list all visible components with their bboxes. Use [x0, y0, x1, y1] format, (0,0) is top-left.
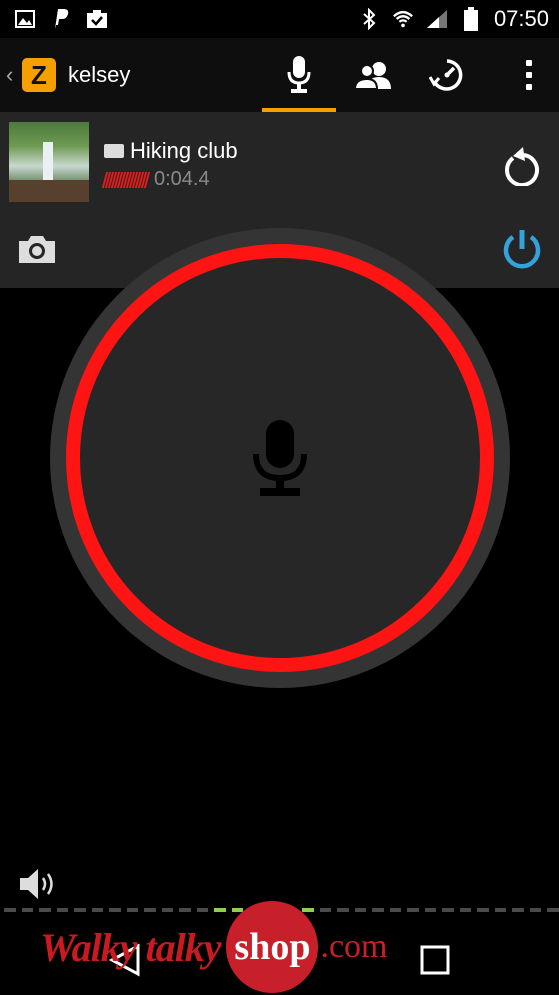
channel-title-row: Hiking club	[104, 138, 238, 164]
status-bar: 07:50	[0, 0, 559, 38]
camera-button[interactable]	[18, 234, 56, 269]
watermark-text: Walky talky	[40, 924, 221, 970]
channel-title: Hiking club	[130, 138, 238, 163]
microphone-icon	[287, 56, 311, 93]
message-meta: 0:04.4	[101, 168, 210, 191]
watermark-shop: shop	[234, 926, 311, 968]
tab-history[interactable]	[410, 38, 484, 112]
watermark-suffix: .com	[320, 928, 388, 965]
tab-talk[interactable]	[262, 38, 336, 112]
channel-icon	[104, 144, 124, 158]
speaker-icon	[20, 869, 53, 899]
app-bar: ‹ Z kelsey	[0, 38, 559, 112]
battery-icon	[460, 7, 482, 31]
more-vert-icon[interactable]	[525, 60, 533, 90]
signal-icon	[426, 8, 448, 30]
replay-button[interactable]	[503, 146, 541, 191]
wifi-icon	[392, 8, 414, 30]
clipboard-check-icon	[86, 8, 108, 30]
back-chevron-icon[interactable]: ‹	[6, 62, 18, 88]
tab-contacts[interactable]	[336, 38, 410, 112]
camera-icon	[19, 236, 55, 263]
waveform-icon	[101, 171, 151, 188]
tab-bar	[262, 38, 484, 112]
message-duration: 0:04.4	[154, 168, 210, 190]
logo-letter: Z	[31, 59, 47, 90]
image-icon	[14, 8, 36, 30]
notification-icons	[0, 8, 108, 30]
history-icon	[429, 59, 463, 91]
watermark-badge: shop	[226, 901, 319, 993]
bluetooth-icon	[358, 8, 380, 30]
speaker-button[interactable]	[18, 866, 58, 907]
contacts-icon	[353, 62, 391, 90]
power-button[interactable]	[501, 228, 543, 275]
ptt-microphone-icon	[250, 418, 310, 505]
power-icon	[503, 230, 541, 269]
replay-icon	[505, 147, 539, 187]
zello-logo[interactable]: Z	[22, 58, 56, 92]
channel-thumbnail[interactable]	[9, 122, 89, 202]
contact-name: kelsey	[68, 62, 131, 87]
watermark: Walky talky shop .com	[40, 901, 520, 993]
clock: 07:50	[493, 6, 549, 31]
paypal-icon	[50, 8, 72, 30]
